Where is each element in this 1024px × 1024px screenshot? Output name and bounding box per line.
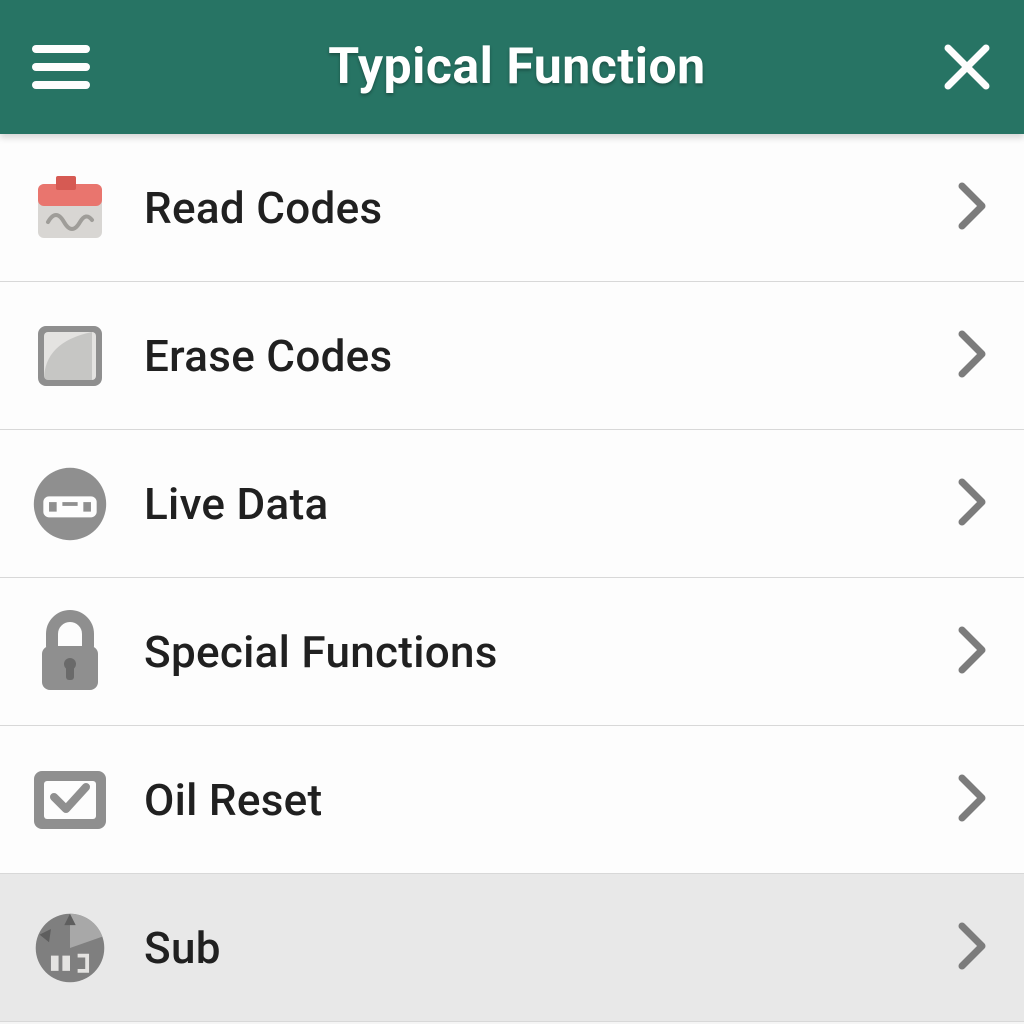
list-item-label: Special Functions — [144, 626, 958, 678]
list-item-label: Sub — [144, 922, 958, 974]
hamburger-icon — [32, 45, 90, 89]
list-item-label: Oil Reset — [144, 774, 958, 826]
list-item-label: Read Codes — [144, 182, 958, 234]
checkbox-icon — [30, 760, 110, 840]
list-item-label: Erase Codes — [144, 330, 958, 382]
gauge-icon — [30, 464, 110, 544]
header: Typical Function — [0, 0, 1024, 134]
list-item-oil-reset[interactable]: Oil Reset — [0, 726, 1024, 874]
list-item-read-codes[interactable]: Read Codes — [0, 134, 1024, 282]
chevron-right-icon — [958, 922, 988, 974]
chevron-right-icon — [958, 626, 988, 678]
function-list: Read Codes Erase Codes — [0, 134, 1024, 1022]
calendar-wave-icon — [30, 168, 110, 248]
chevron-right-icon — [958, 330, 988, 382]
chevron-right-icon — [958, 478, 988, 530]
pie-clock-icon — [30, 908, 110, 988]
menu-button[interactable] — [32, 45, 90, 89]
chevron-right-icon — [958, 182, 988, 234]
erase-icon — [30, 316, 110, 396]
close-button[interactable] — [944, 44, 990, 90]
lock-icon — [30, 612, 110, 692]
chevron-right-icon — [958, 774, 988, 826]
list-item-sub[interactable]: Sub — [0, 874, 1024, 1022]
list-item-live-data[interactable]: Live Data — [0, 430, 1024, 578]
list-item-special-functions[interactable]: Special Functions — [0, 578, 1024, 726]
page-title: Typical Function — [90, 38, 944, 96]
list-item-erase-codes[interactable]: Erase Codes — [0, 282, 1024, 430]
list-item-label: Live Data — [144, 478, 958, 530]
close-icon — [944, 44, 990, 90]
